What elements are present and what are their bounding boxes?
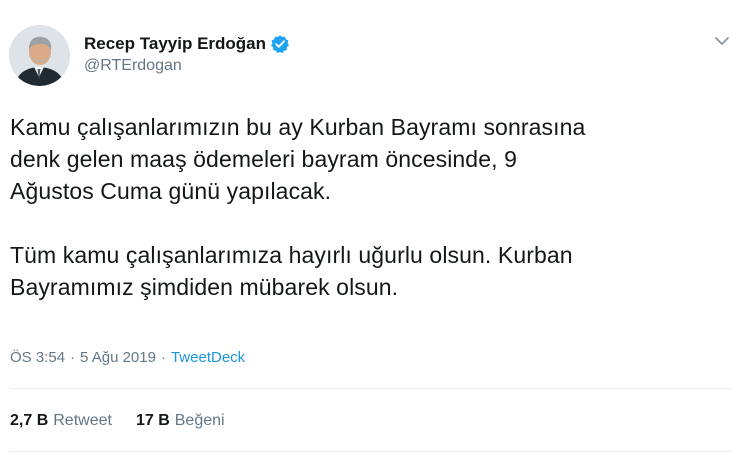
avatar[interactable] — [9, 25, 70, 86]
tweet-stats: 2,7 B Retweet 17 B Beğeni — [10, 410, 225, 432]
tweet-text: Kamu çalışanlarımızın bu ay Kurban Bayra… — [10, 111, 730, 303]
tweet-card: Recep Tayyip Erdoğan @RTErdogan Kamu çal… — [0, 0, 746, 455]
divider — [10, 451, 732, 452]
retweet-stat[interactable]: 2,7 B Retweet — [10, 412, 112, 430]
like-count: 17 B — [135, 412, 170, 429]
chevron-down-icon[interactable] — [712, 31, 732, 51]
tweet-text-line: Ağustos Cuma günü yapılacak. — [10, 178, 332, 204]
author-name-row[interactable]: Recep Tayyip Erdoğan — [84, 33, 290, 55]
author-display-name[interactable]: Recep Tayyip Erdoğan — [84, 34, 266, 54]
tweet-date[interactable]: 5 Ağu 2019 — [80, 349, 156, 366]
profile-photo — [9, 25, 70, 86]
like-label: Beğeni — [174, 412, 225, 429]
author-handle[interactable]: @RTErdogan — [84, 57, 182, 75]
tweet-text-line: Tüm kamu çalışanlarımıza hayırlı uğurlu … — [10, 242, 573, 268]
retweet-count: 2,7 B — [10, 412, 49, 429]
verified-badge-icon — [270, 34, 290, 54]
meta-separator: · — [70, 348, 76, 366]
meta-separator: · — [160, 348, 166, 366]
tweet-meta: ÖS 3:54 · 5 Ağu 2019 · TweetDeck — [10, 347, 245, 367]
tweet-text-line: Kamu çalışanlarımızın bu ay Kurban Bayra… — [10, 114, 586, 140]
divider — [10, 388, 732, 389]
tweet-text-line: denk gelen maaş ödemeleri bayram öncesin… — [10, 146, 517, 172]
like-stat[interactable]: 17 B Beğeni — [136, 412, 225, 430]
retweet-label: Retweet — [53, 412, 112, 429]
tweet-time[interactable]: ÖS 3:54 — [10, 349, 65, 366]
tweet-source-link[interactable]: TweetDeck — [171, 349, 245, 366]
tweet-text-line: Bayramımız şimdiden mübarek olsun. — [10, 274, 399, 300]
